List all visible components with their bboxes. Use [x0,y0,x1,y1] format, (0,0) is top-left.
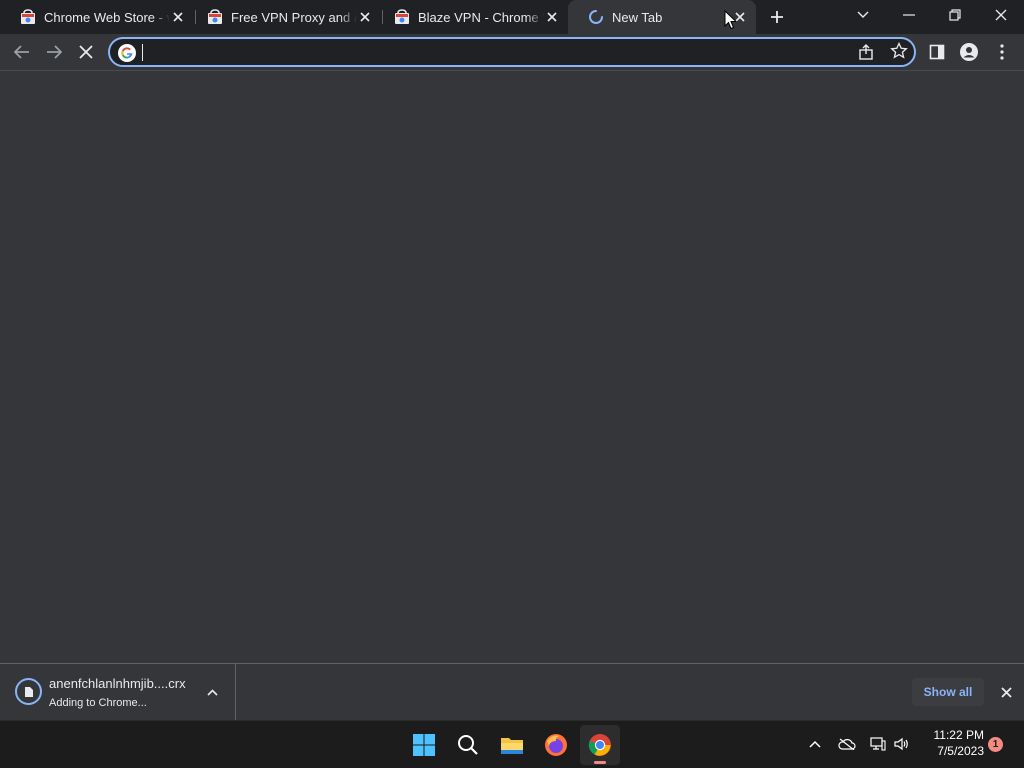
share-icon[interactable] [858,43,876,61]
cloud-offline-icon [838,738,856,750]
menu-button[interactable] [988,38,1016,66]
chevron-up-icon [809,740,821,748]
google-icon [118,44,136,62]
tab-close-icon[interactable] [170,9,186,25]
tab-title: Blaze VPN - Chrome Web Store [418,9,544,25]
chrome-icon [588,734,611,756]
search-icon [458,735,478,755]
tray-overflow-button[interactable] [804,729,826,759]
volume-button[interactable] [891,729,913,759]
taskbar-search-button[interactable] [448,725,488,765]
download-shelf: anenfchlanlnhmjib....crx Adding to Chrom… [0,663,1024,720]
address-bar[interactable] [108,37,916,67]
chrome-taskbar-button[interactable] [580,725,620,765]
download-item[interactable]: anenfchlanlnhmjib....crx Adding to Chrom… [0,664,236,720]
side-panel-button[interactable] [923,38,951,66]
minimize-button[interactable] [886,0,932,30]
window-close-button[interactable] [978,0,1024,30]
tab-chrome-web-store[interactable]: Chrome Web Store - vpn [0,0,194,34]
tab-search-button[interactable] [840,0,886,30]
shelf-close-button[interactable] [996,682,1016,702]
tab-title: New Tab [612,9,732,25]
star-icon[interactable] [890,41,908,60]
tab-close-icon[interactable] [544,9,560,25]
windows-start-icon [413,734,435,756]
tab-title: Free VPN Proxy and ad blocker [231,9,357,25]
profile-icon [960,43,978,61]
loading-spinner-icon [589,10,603,24]
address-input[interactable] [142,42,842,62]
taskbar: 11:22 PM 7/5/2023 1 [0,720,1024,768]
onedrive-button[interactable] [835,729,859,759]
tab-close-icon[interactable] [357,9,373,25]
notification-badge[interactable]: 1 [988,737,1003,752]
browser-toolbar [0,34,1024,70]
restore-icon [949,9,961,21]
taskbar-clock[interactable]: 11:22 PM 7/5/2023 [920,727,984,759]
minimize-icon [903,14,915,16]
tab-blaze-vpn[interactable]: Blaze VPN - Chrome Web Store [374,0,568,34]
side-panel-icon [929,44,945,60]
close-icon [995,9,1007,21]
network-button[interactable] [867,729,889,759]
plus-icon [771,11,783,23]
file-explorer-button[interactable] [492,725,532,765]
arrow-left-icon [14,45,29,59]
chrome-web-store-icon [395,9,409,24]
clock-time: 11:22 PM [933,728,984,742]
page-content [0,70,1024,663]
stop-icon [79,45,93,59]
chevron-up-icon[interactable] [204,684,220,700]
text-caret [142,44,143,61]
running-indicator [594,761,606,764]
clock-date: 7/5/2023 [937,744,984,758]
chrome-web-store-icon [21,9,35,24]
stop-button[interactable] [72,38,100,66]
restore-button[interactable] [932,0,978,30]
file-icon [15,678,42,705]
close-icon [1000,686,1012,698]
new-tab-button[interactable] [762,2,792,32]
firefox-button[interactable] [536,725,576,765]
arrow-right-icon [47,45,62,59]
tab-title: Chrome Web Store - vpn [44,9,170,25]
tab-free-vpn-proxy[interactable]: Free VPN Proxy and ad blocker [187,0,381,34]
chrome-web-store-icon [208,9,222,24]
forward-button[interactable] [40,38,68,66]
firefox-icon [545,734,567,756]
chevron-down-icon [857,11,869,18]
file-explorer-icon [501,738,523,754]
back-button[interactable] [8,38,36,66]
download-status: Adding to Chrome... [49,697,147,709]
show-all-button[interactable]: Show all [912,678,984,706]
download-filename: anenfchlanlnhmjib....crx [49,676,186,691]
profile-button[interactable] [955,38,983,66]
tab-strip: Chrome Web Store - vpn Free VPN Proxy an… [0,0,1024,34]
volume-icon [894,737,908,751]
start-button[interactable] [404,725,444,765]
more-vert-icon [1000,44,1004,60]
network-icon [870,737,886,751]
mouse-cursor-icon [724,10,738,30]
